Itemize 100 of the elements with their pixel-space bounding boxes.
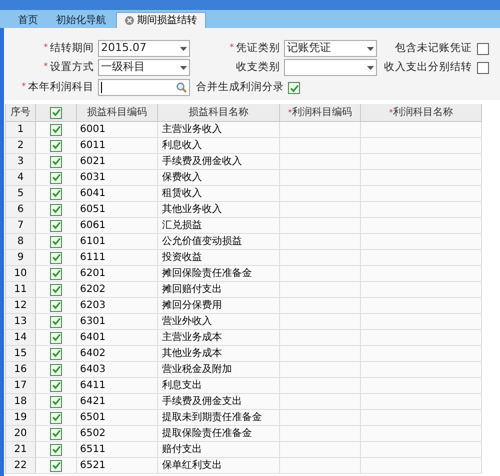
checkbox[interactable] bbox=[50, 188, 62, 200]
caret-icon bbox=[180, 46, 187, 50]
row-number: 12 bbox=[6, 298, 36, 313]
table-cell: 营业外收入 bbox=[158, 314, 280, 329]
text-cursor bbox=[101, 82, 102, 93]
row-number: 11 bbox=[6, 282, 36, 297]
row-number: 16 bbox=[6, 362, 36, 377]
table-cell: 赔付支出 bbox=[158, 442, 280, 457]
table-cell: 其他业务成本 bbox=[158, 346, 280, 361]
checkbox[interactable] bbox=[50, 332, 62, 344]
checkbox[interactable] bbox=[50, 156, 62, 168]
column-header[interactable]: 损益科目编码 bbox=[77, 104, 158, 121]
column-header[interactable]: *利润科目编码 bbox=[280, 104, 361, 121]
table-cell: 6101 bbox=[77, 234, 158, 249]
required-mark: * bbox=[44, 61, 48, 74]
table-cell: 6203 bbox=[77, 298, 158, 313]
field-label: * 本年利润科目 bbox=[20, 80, 94, 97]
table-cell: 6061 bbox=[77, 218, 158, 233]
checkbox[interactable] bbox=[50, 396, 62, 408]
table-cell: 6401 bbox=[77, 330, 158, 345]
checkbox[interactable] bbox=[50, 268, 62, 280]
row-number: 3 bbox=[6, 154, 36, 169]
row-number: 19 bbox=[6, 410, 36, 425]
checkbox-label: 合并生成利润分录 bbox=[195, 80, 284, 96]
checkbox[interactable] bbox=[50, 444, 62, 456]
checkbox[interactable] bbox=[50, 412, 62, 424]
table-cell: 6031 bbox=[77, 170, 158, 185]
close-icon[interactable] bbox=[125, 16, 134, 25]
row-number: 14 bbox=[6, 330, 36, 345]
table-cell: 手续费及佣金收入 bbox=[158, 154, 280, 169]
checkbox[interactable] bbox=[50, 140, 62, 152]
row-number: 2 bbox=[6, 138, 36, 153]
dropdown[interactable] bbox=[284, 59, 377, 76]
row-number: 6 bbox=[6, 202, 36, 217]
dropdown[interactable]: 2015.07 bbox=[98, 40, 190, 57]
tab[interactable]: 初始化导航 bbox=[48, 12, 114, 28]
table-cell: 保费收入 bbox=[158, 170, 280, 185]
table-cell: 6521 bbox=[77, 458, 158, 473]
table-cell: 6001 bbox=[77, 122, 158, 137]
checkbox[interactable] bbox=[50, 428, 62, 440]
checkbox[interactable] bbox=[50, 364, 62, 376]
checkbox[interactable] bbox=[50, 300, 62, 312]
table-cell: 6021 bbox=[77, 154, 158, 169]
column-header[interactable]: 损益科目名称 bbox=[158, 104, 280, 121]
table-cell: 保单红利支出 bbox=[158, 458, 280, 473]
checkbox[interactable] bbox=[50, 252, 62, 264]
table-cell: 6411 bbox=[77, 378, 158, 393]
column-header[interactable]: 序号 bbox=[6, 104, 36, 121]
table-cell: 6041 bbox=[77, 186, 158, 201]
checkbox[interactable] bbox=[50, 460, 62, 472]
row-number: 22 bbox=[6, 458, 36, 473]
row-number: 7 bbox=[6, 218, 36, 233]
checkbox[interactable] bbox=[50, 220, 62, 232]
checkbox[interactable] bbox=[50, 316, 62, 328]
search-field[interactable] bbox=[98, 79, 190, 96]
table-cell: 6202 bbox=[77, 282, 158, 297]
checkbox[interactable] bbox=[50, 172, 62, 184]
checkbox[interactable] bbox=[50, 124, 62, 136]
field-label: * 结转期间 bbox=[42, 41, 94, 58]
table-cell: 营业税金及附加 bbox=[158, 362, 280, 377]
table-cell: 6111 bbox=[77, 250, 158, 265]
caret-icon bbox=[367, 46, 374, 50]
caret-icon bbox=[180, 66, 187, 70]
table-cell: 汇兑损益 bbox=[158, 218, 280, 233]
table-cell: 主营业务成本 bbox=[158, 330, 280, 345]
table-cell: 租赁收入 bbox=[158, 186, 280, 201]
required-mark: * bbox=[44, 42, 48, 56]
field-label: * 凭证类别 bbox=[228, 41, 280, 58]
table-cell: 6511 bbox=[77, 442, 158, 457]
table-cell: 6051 bbox=[77, 202, 158, 217]
field-label: 收支类别 bbox=[235, 60, 280, 76]
checkbox-label: 收入支出分别结转 bbox=[383, 60, 472, 76]
dropdown[interactable]: 记账凭证 bbox=[284, 40, 377, 57]
required-mark: * bbox=[288, 106, 292, 118]
dropdown[interactable]: 一级科目 bbox=[98, 59, 190, 76]
table-cell: 其他业务收入 bbox=[158, 202, 280, 217]
required-mark: * bbox=[22, 81, 26, 94]
checkbox[interactable] bbox=[50, 348, 62, 360]
checkbox[interactable] bbox=[477, 43, 489, 55]
row-number: 5 bbox=[6, 186, 36, 201]
table-cell: 利息支出 bbox=[158, 378, 280, 393]
row-number: 10 bbox=[6, 266, 36, 281]
checkbox[interactable] bbox=[288, 82, 300, 94]
tab[interactable]: 期间损益结转 bbox=[116, 12, 206, 28]
checkbox[interactable] bbox=[50, 204, 62, 216]
table-cell: 利息收入 bbox=[158, 138, 280, 153]
row-number: 9 bbox=[6, 250, 36, 265]
table-cell: 提取未到期责任准备金 bbox=[158, 410, 280, 425]
checkbox[interactable] bbox=[50, 380, 62, 392]
table-cell: 6301 bbox=[77, 314, 158, 329]
checkbox[interactable] bbox=[50, 106, 62, 118]
table-cell: 主营业务收入 bbox=[158, 122, 280, 137]
checkbox[interactable] bbox=[50, 236, 62, 248]
required-mark: * bbox=[230, 42, 234, 56]
column-header[interactable]: *利润科目名称 bbox=[361, 104, 482, 121]
tab[interactable]: 首页 bbox=[10, 12, 46, 28]
checkbox[interactable] bbox=[477, 62, 489, 74]
checkbox[interactable] bbox=[50, 284, 62, 296]
row-number: 8 bbox=[6, 234, 36, 249]
table-cell: 6402 bbox=[77, 346, 158, 361]
